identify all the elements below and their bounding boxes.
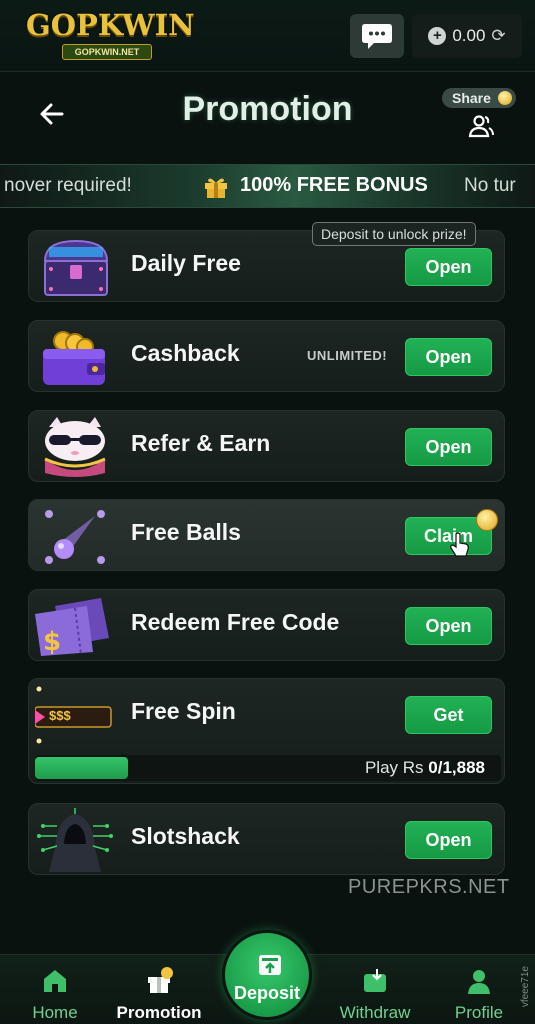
progress-value: 0/1,888 bbox=[428, 758, 485, 777]
watermark-text: PUREPKRS.NET bbox=[348, 876, 510, 898]
promo-label: Slotshack bbox=[131, 823, 240, 849]
promo-label: Free Balls bbox=[131, 519, 241, 545]
promo-label: Cashback bbox=[131, 340, 240, 366]
share-label: Share bbox=[452, 90, 491, 106]
slot-amount-text: $$$ bbox=[49, 708, 71, 723]
wallet-icon bbox=[364, 969, 386, 992]
nav-label: Profile bbox=[454, 1003, 504, 1022]
nav-label: Withdraw bbox=[339, 1003, 411, 1022]
promo-marquee: nover required! 100% FREE BONUS No tur bbox=[0, 164, 535, 208]
spin-progress-bar: Play Rs 0/1,888 bbox=[35, 755, 501, 781]
gopkwin-logo[interactable]: GOPKWIN GOPKWIN.NET bbox=[26, 8, 195, 64]
balance-amount: 0.00 bbox=[452, 26, 486, 45]
home-icon bbox=[44, 970, 66, 992]
promo-label: Daily Free bbox=[131, 250, 241, 276]
profile-icon bbox=[468, 970, 490, 994]
promo-label: Redeem Free Code bbox=[131, 609, 340, 635]
nav-withdraw[interactable]: Withdraw bbox=[325, 955, 425, 1024]
top-bar: GOPKWIN GOPKWIN.NET + 0.00 ⟳ bbox=[0, 0, 535, 72]
svg-text:$: $ bbox=[43, 627, 61, 657]
promo-label: Refer & Earn bbox=[131, 430, 271, 456]
promo-card-free-balls[interactable]: Free Balls Claim bbox=[28, 499, 505, 571]
users-icon bbox=[468, 115, 494, 138]
balance-display[interactable]: + 0.00 ⟳ bbox=[412, 14, 522, 58]
wallet-coins-icon bbox=[43, 331, 105, 385]
ticket-icon: $ bbox=[35, 598, 109, 657]
get-button[interactable]: Get bbox=[405, 696, 492, 734]
progress-label: Play Rs bbox=[364, 758, 424, 777]
hand-pointer-icon bbox=[450, 532, 469, 557]
promo-card-redeem-code[interactable]: $ Redeem Free Code Open bbox=[28, 589, 505, 661]
marquee-bonus-text: 100% FREE BONUS bbox=[240, 174, 428, 196]
logo-text: GOPKWIN bbox=[26, 8, 195, 42]
page-header: Promotion Share bbox=[0, 72, 535, 160]
treasure-chest-icon bbox=[43, 239, 109, 296]
open-button[interactable]: Open bbox=[405, 607, 492, 645]
marquee-right-text: No tur bbox=[464, 175, 516, 196]
nav-home[interactable]: Home bbox=[5, 955, 105, 1024]
deposit-unlock-tooltip: Deposit to unlock prize! bbox=[312, 222, 476, 246]
gift-icon bbox=[148, 967, 173, 993]
open-button[interactable]: Open bbox=[405, 428, 492, 466]
open-button[interactable]: Open bbox=[405, 338, 492, 376]
nav-label: Promotion bbox=[116, 1003, 202, 1022]
promo-card-slotshack[interactable]: Slotshack Open bbox=[28, 803, 505, 875]
marquee-left-text: nover required! bbox=[4, 175, 132, 196]
share-button[interactable]: Share bbox=[442, 88, 516, 148]
coin-icon bbox=[498, 91, 512, 105]
coin-icon bbox=[476, 509, 498, 531]
chat-bubble-icon bbox=[362, 24, 392, 49]
hacker-hood-icon bbox=[37, 808, 113, 872]
deposit-box-icon bbox=[259, 955, 281, 975]
deposit-label: Deposit bbox=[233, 983, 300, 1003]
refresh-icon[interactable]: ⟳ bbox=[491, 26, 505, 46]
plus-icon[interactable]: + bbox=[428, 27, 447, 45]
share-pill: Share bbox=[442, 88, 516, 108]
nav-promotion[interactable]: Promotion bbox=[109, 955, 209, 1024]
comet-ball-icon bbox=[45, 510, 105, 564]
promo-card-refer-earn[interactable]: Refer & Earn Open bbox=[28, 410, 505, 482]
nav-profile[interactable]: Profile bbox=[429, 955, 529, 1024]
chat-button[interactable] bbox=[350, 14, 404, 58]
open-button[interactable]: Open bbox=[405, 248, 492, 286]
lucky-cat-icon bbox=[44, 417, 106, 477]
nav-label: Home bbox=[32, 1003, 78, 1022]
progress-fill bbox=[35, 757, 129, 779]
promo-label: Free Spin bbox=[131, 698, 236, 724]
deposit-button[interactable]: Deposit bbox=[222, 930, 312, 1020]
open-button[interactable]: Open bbox=[405, 821, 492, 859]
gift-icon bbox=[205, 178, 227, 198]
slot-reel-icon bbox=[35, 686, 112, 744]
side-version-text: vfeee71e bbox=[520, 966, 531, 1008]
promo-card-cashback[interactable]: Cashback UNLIMITED! Open bbox=[28, 320, 505, 392]
promo-card-free-spin[interactable]: $$$ Free Spin Get Play Rs 0/1,888 bbox=[28, 678, 505, 784]
progress-text: Play Rs 0/1,888 bbox=[365, 757, 485, 779]
unlimited-badge: UNLIMITED! bbox=[307, 348, 388, 363]
logo-subtext: GOPKWIN.NET bbox=[62, 44, 152, 60]
